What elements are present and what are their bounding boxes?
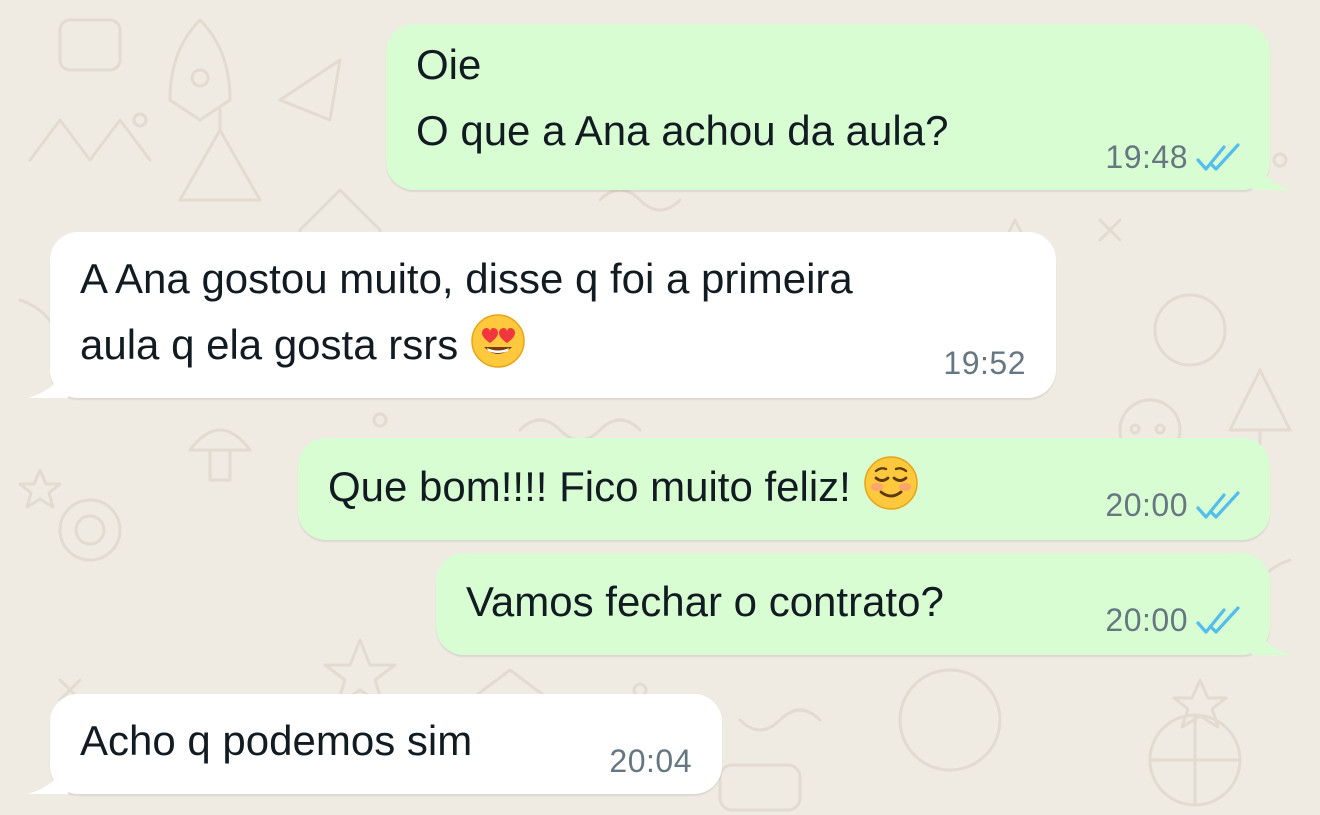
message-text: Que bom!!!! Fico muito feliz! — [328, 454, 919, 520]
read-double-check-icon — [1196, 605, 1242, 636]
message-time: 19:48 — [1105, 139, 1188, 175]
read-double-check-icon — [1196, 142, 1242, 173]
outgoing-message-bubble[interactable]: Vamos fechar o contrato? 20:00 — [436, 553, 1292, 655]
bubble-tail — [28, 358, 68, 398]
message-text: Acho q podemos sim — [80, 717, 473, 764]
smiling-blush-emoji — [863, 455, 919, 511]
message-text: Vamos fechar o contrato? — [466, 578, 944, 625]
message-text: Oie O que a Ana achou da aula? — [416, 41, 949, 154]
message-meta: 20:00 — [1105, 602, 1242, 639]
message-text: A Ana gostou muito, disse q foi a primei… — [80, 255, 853, 369]
message-meta: 20:00 — [1105, 487, 1242, 524]
outgoing-message-bubble[interactable]: Oie O que a Ana achou da aula? 19:48 — [386, 24, 1292, 190]
message-time: 19:52 — [943, 345, 1026, 381]
bubble-tail — [28, 754, 68, 794]
incoming-message-bubble[interactable]: Acho q podemos sim 20:04 — [28, 694, 722, 794]
outgoing-message-bubble[interactable]: Que bom!!!! Fico muito feliz! 20:00 — [298, 438, 1270, 540]
message-meta: 19:48 — [1105, 139, 1242, 176]
message-meta: 20:04 — [609, 743, 692, 780]
heart-eyes-emoji — [470, 313, 526, 369]
message-time: 20:00 — [1105, 602, 1188, 638]
read-double-check-icon — [1196, 490, 1242, 521]
incoming-message-bubble[interactable]: A Ana gostou muito, disse q foi a primei… — [28, 232, 1056, 398]
bubble-tail — [1252, 150, 1292, 190]
bubble-tail — [1252, 615, 1292, 655]
message-time: 20:04 — [609, 743, 692, 779]
message-meta: 19:52 — [943, 345, 1026, 382]
message-time: 20:00 — [1105, 487, 1188, 523]
